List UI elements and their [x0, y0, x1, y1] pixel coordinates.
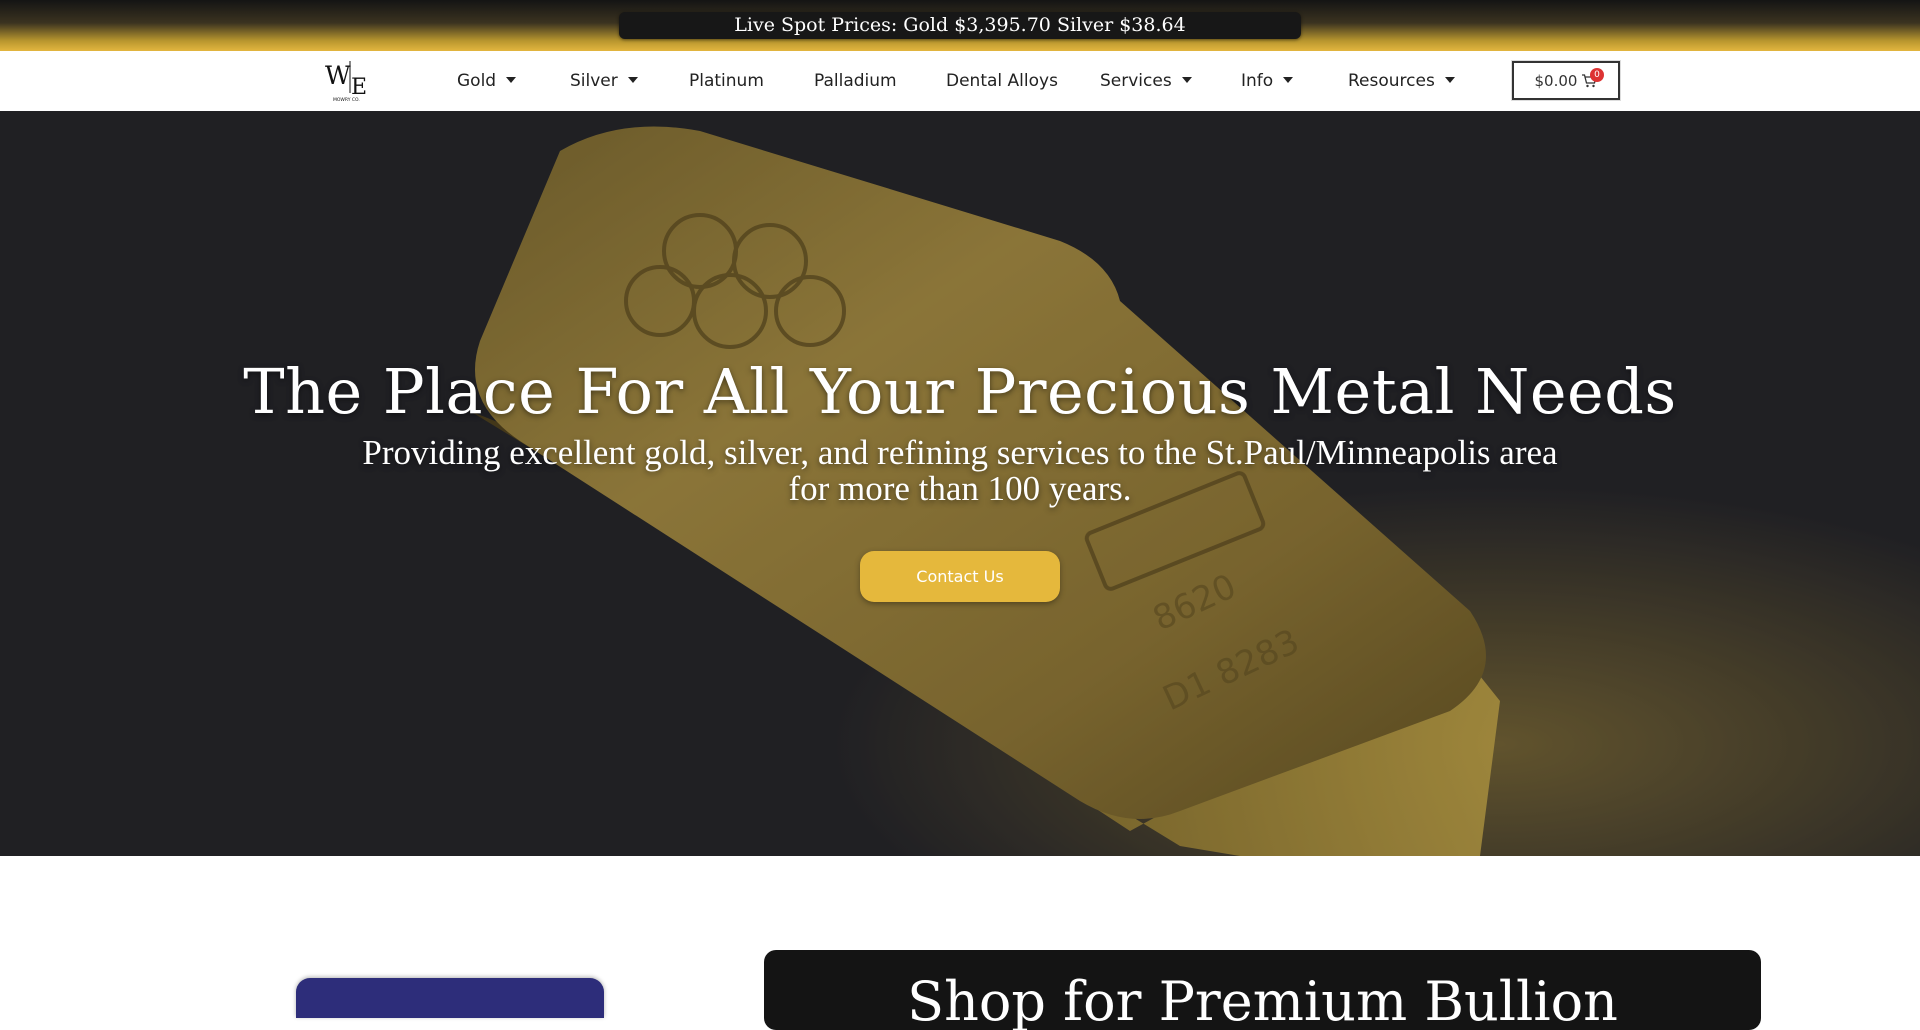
nav-item-platinum[interactable]: Platinum — [689, 51, 764, 111]
nav-item-label: Platinum — [689, 71, 764, 91]
nav-item-label: Dental Alloys — [946, 71, 1058, 91]
shop-bullion-card: Shop for Premium Bullion — [764, 950, 1761, 1030]
nav-item-label: Info — [1241, 71, 1274, 91]
hero-subtitle-line-1: Providing excellent gold, silver, and re… — [362, 433, 1558, 472]
nav-item-info[interactable]: Info — [1241, 51, 1294, 111]
caret-down-icon — [1181, 77, 1192, 83]
nav-item-gold[interactable]: Gold — [457, 51, 517, 111]
spot-price-bar: Live Spot Prices: Gold $3,395.70 Silver … — [0, 0, 1920, 51]
nav-item-label: Silver — [570, 71, 618, 91]
nav-item-services[interactable]: Services — [1100, 51, 1192, 111]
hero-title: The Place For All Your Precious Metal Ne… — [243, 355, 1677, 428]
hero-subtitle: Providing excellent gold, silver, and re… — [350, 435, 1570, 507]
svg-text:W: W — [325, 61, 351, 90]
caret-down-icon — [506, 77, 517, 83]
nav-item-resources[interactable]: Resources — [1348, 51, 1455, 111]
nav-item-palladium[interactable]: Palladium — [814, 51, 897, 111]
nav-item-label: Resources — [1348, 71, 1435, 91]
cart-button[interactable]: $0.00 — [1512, 61, 1620, 100]
section-title: Shop for Premium Bullion — [907, 970, 1618, 1030]
caret-down-icon — [1283, 77, 1294, 83]
cart-total: $0.00 — [1534, 71, 1578, 90]
nav-item-dental-alloys[interactable]: Dental Alloys — [946, 51, 1058, 111]
contact-us-button[interactable]: Contact Us — [860, 551, 1060, 602]
caret-down-icon — [627, 77, 638, 83]
nav-item-label: Services — [1100, 71, 1172, 91]
logo-subtext: MOWRY CO. — [333, 97, 360, 103]
nav-item-label: Gold — [457, 71, 497, 91]
product-image[interactable] — [296, 978, 604, 1018]
live-spot-prices: Live Spot Prices: Gold $3,395.70 Silver … — [619, 12, 1301, 39]
site-logo[interactable]: W E MOWRY CO. — [324, 57, 368, 103]
caret-down-icon — [1444, 77, 1455, 83]
nav-item-label: Palladium — [814, 71, 897, 91]
svg-text:E: E — [351, 75, 367, 100]
cart-count-badge: 0 — [1590, 68, 1604, 82]
hero-banner: 8620 D1 8283 The Place For All Your Prec… — [0, 111, 1920, 856]
hero-subtitle-line-2: for more than 100 years. — [788, 469, 1132, 508]
nav-item-silver[interactable]: Silver — [570, 51, 638, 111]
